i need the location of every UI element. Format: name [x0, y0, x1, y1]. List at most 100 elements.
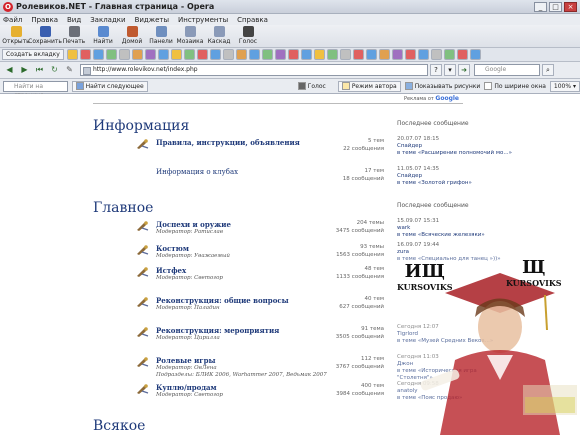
toolbar-icon[interactable]: [326, 49, 338, 60]
ad-label[interactable]: Реклама от Google: [404, 95, 459, 102]
toolbar-icon[interactable]: [313, 49, 325, 60]
toolbar-button[interactable]: Мозаика: [176, 25, 204, 45]
zoom-select[interactable]: 100% ▾: [549, 80, 580, 92]
toolbar-icon[interactable]: [404, 49, 416, 60]
subforums-list[interactable]: БЛИК 2006, Warhammer 2007, Ведьмак 2007: [196, 372, 327, 378]
toolbar-icon[interactable]: [417, 49, 429, 60]
minimize-button[interactable]: _: [534, 1, 547, 12]
menu-bookmarks[interactable]: Закладки: [90, 16, 125, 24]
rewind-icon[interactable]: ⏮: [33, 64, 46, 76]
last-post-user[interactable]: Джон: [397, 361, 512, 368]
forum-link[interactable]: Истфех: [156, 266, 186, 275]
forward-icon[interactable]: ▶: [18, 64, 31, 76]
voice-button[interactable]: Голос: [297, 82, 326, 90]
last-post-topic[interactable]: в теме «Всяческие железяки»: [397, 232, 512, 239]
toolbar-icon[interactable]: [300, 49, 312, 60]
toolbar-button[interactable]: Найти: [89, 25, 117, 45]
toolbar-icon[interactable]: [79, 49, 91, 60]
toolbar-icon[interactable]: [378, 49, 390, 60]
maximize-button[interactable]: □: [549, 1, 562, 12]
last-post-user[interactable]: anatoly: [397, 388, 512, 395]
last-post-user[interactable]: wark: [397, 225, 512, 232]
toolbar-icon[interactable]: [183, 49, 195, 60]
forum-link[interactable]: Правила, инструкции, объявления: [156, 138, 300, 147]
toolbar-icon[interactable]: [287, 49, 299, 60]
toolbar-icon[interactable]: [157, 49, 169, 60]
toolbar-button[interactable]: Сохранить: [28, 25, 62, 45]
moderator-name[interactable]: Светогор: [194, 392, 223, 398]
forum-link[interactable]: Реконструкция: мероприятия: [156, 326, 279, 335]
find-next-button[interactable]: Найти следующее: [71, 80, 148, 92]
toolbar-icon[interactable]: [118, 49, 130, 60]
toolbar-icon[interactable]: [456, 49, 468, 60]
last-post-topic[interactable]: в теме «Золотой грифон»: [397, 180, 512, 187]
toolbar-button[interactable]: Открыть: [2, 25, 30, 45]
menu-file[interactable]: Файл: [3, 16, 22, 24]
toolbar-icon[interactable]: [196, 49, 208, 60]
toolbar-icon[interactable]: [443, 49, 455, 60]
toolbar-button[interactable]: Панели: [147, 25, 175, 45]
toolbar-icon[interactable]: [261, 49, 273, 60]
toolbar-icon[interactable]: [209, 49, 221, 60]
toolbar-icon[interactable]: [469, 49, 481, 60]
last-post-user[interactable]: zura: [397, 249, 512, 256]
help-button[interactable]: ?: [430, 64, 442, 76]
moderator-name[interactable]: ОвЛена: [194, 365, 216, 371]
toolbar-button[interactable]: Печать: [60, 25, 88, 45]
menu-help[interactable]: Справка: [237, 16, 268, 24]
toolbar-button[interactable]: Голос: [234, 25, 262, 45]
toolbar-icon[interactable]: [430, 49, 442, 60]
search-field[interactable]: Google: [474, 64, 540, 76]
toolbar-icon[interactable]: [248, 49, 260, 60]
toolbar-icon[interactable]: [144, 49, 156, 60]
url-field[interactable]: http://www.rolevikov.net/index.php: [80, 64, 428, 76]
last-post-topic[interactable]: в теме «Расширение полномочий мо...»: [397, 150, 512, 157]
find-input[interactable]: Найти на странице: [3, 80, 68, 99]
forum-link[interactable]: Куплю/продам: [156, 383, 217, 392]
moderator-name[interactable]: Светогор: [194, 275, 223, 281]
last-post-user[interactable]: Tigrlord: [397, 331, 512, 338]
forum-link[interactable]: Костюм: [156, 244, 189, 253]
toolbar-button[interactable]: Домой: [118, 25, 146, 45]
forum-link[interactable]: Ролевые игры: [156, 356, 216, 365]
toolbar-icon[interactable]: [274, 49, 286, 60]
close-button[interactable]: ×: [564, 1, 577, 12]
menu-widgets[interactable]: Виджеты: [135, 16, 169, 24]
last-post-topic[interactable]: в теме «Музей Средних Веков...»: [397, 338, 512, 345]
last-post-user[interactable]: Спайдер: [397, 173, 512, 180]
forum-link[interactable]: Информация о клубах: [156, 168, 238, 176]
author-mode-button[interactable]: Режим автора: [337, 80, 401, 92]
toolbar-icon[interactable]: [105, 49, 117, 60]
last-post-topic[interactable]: в теме «Пояс продаю»: [397, 395, 512, 402]
forum-link[interactable]: Доспехи и оружие: [156, 220, 231, 229]
fit-width-button[interactable]: По ширине окна: [484, 82, 546, 90]
toolbar-icon[interactable]: [352, 49, 364, 60]
menu-edit[interactable]: Правка: [31, 16, 58, 24]
toolbar-icon[interactable]: [222, 49, 234, 60]
forum-link[interactable]: Реконструкция: общие вопросы: [156, 296, 289, 305]
toolbar-icon[interactable]: [170, 49, 182, 60]
toolbar-icon[interactable]: [66, 49, 78, 60]
menu-view[interactable]: Вид: [67, 16, 81, 24]
toolbar-icon[interactable]: [391, 49, 403, 60]
go-button[interactable]: ➜: [458, 64, 470, 76]
toolbar-icon[interactable]: [339, 49, 351, 60]
toolbar-icon[interactable]: [235, 49, 247, 60]
url-dropdown-button[interactable]: ▾: [444, 64, 456, 76]
edit-icon[interactable]: ✎: [63, 64, 76, 76]
moderator-name[interactable]: Ратислав: [194, 229, 223, 235]
menu-tools[interactable]: Инструменты: [178, 16, 228, 24]
show-images-button[interactable]: Показывать рисунки: [404, 82, 480, 90]
toolbar-button[interactable]: Каскад: [205, 25, 233, 45]
toolbar-icon[interactable]: [131, 49, 143, 60]
toolbar-icon[interactable]: [365, 49, 377, 60]
last-post-topic[interactable]: в теме «Историческая игра "Столетня"»: [397, 368, 512, 382]
moderator-name[interactable]: Цирилла: [194, 335, 220, 341]
back-icon[interactable]: ◀: [3, 64, 16, 76]
last-post-user[interactable]: Спайдер: [397, 143, 512, 150]
moderator-name[interactable]: Уважаемый: [194, 253, 230, 259]
search-go-button[interactable]: ⌕: [542, 64, 554, 76]
moderator-name[interactable]: Паладин: [194, 305, 220, 311]
new-tab-button[interactable]: Создать вкладку: [2, 49, 64, 60]
toolbar-icon[interactable]: [92, 49, 104, 60]
